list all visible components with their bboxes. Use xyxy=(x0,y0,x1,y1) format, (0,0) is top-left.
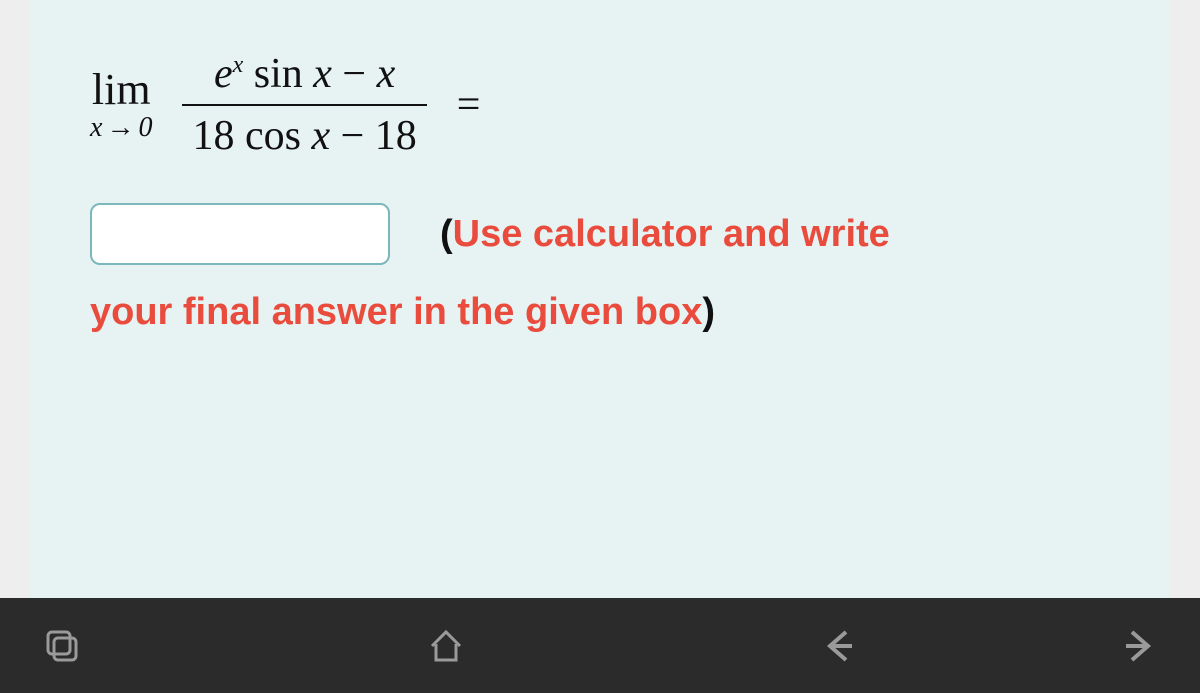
equals-sign: = xyxy=(457,81,481,129)
forward-arrow-icon[interactable] xyxy=(1116,624,1160,668)
lim-word: lim xyxy=(92,68,151,112)
limit-equation: lim x→0 ex sin x − x 18 cos x − 18 = xyxy=(90,50,1130,160)
page-wrap: lim x→0 ex sin x − x 18 cos x − 18 = (Us… xyxy=(0,0,1200,598)
lim-subscript: x→0 xyxy=(90,114,152,142)
fraction: ex sin x − x 18 cos x − 18 xyxy=(182,50,426,160)
tabs-icon[interactable] xyxy=(40,624,84,668)
answer-row: (Use calculator and write your final ans… xyxy=(90,200,1130,347)
limit-operator: lim x→0 xyxy=(90,68,152,142)
hint-line-1: (Use calculator and write xyxy=(440,200,890,268)
hint-line-2: your final answer in the given box) xyxy=(90,278,1130,346)
home-icon[interactable] xyxy=(424,624,468,668)
question-panel: lim x→0 ex sin x − x 18 cos x − 18 = (Us… xyxy=(30,0,1170,598)
back-arrow-icon[interactable] xyxy=(818,624,862,668)
numerator: ex sin x − x xyxy=(204,50,405,104)
answer-input[interactable] xyxy=(90,203,390,265)
denominator: 18 cos x − 18 xyxy=(182,106,426,160)
bottom-nav-bar xyxy=(0,598,1200,693)
